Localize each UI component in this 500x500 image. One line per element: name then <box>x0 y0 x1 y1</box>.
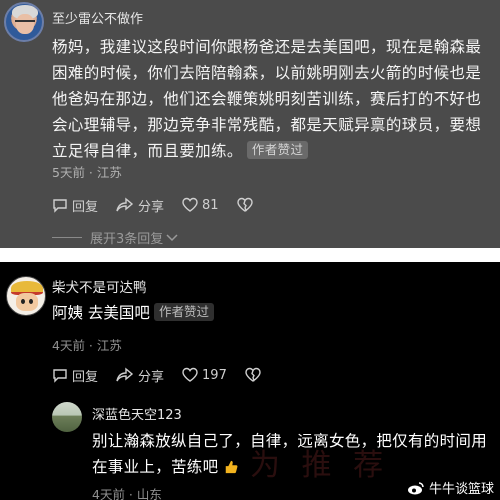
comment-actions: 回复 分享 197 <box>52 364 283 386</box>
expand-replies[interactable]: 展开3条回复 <box>52 228 178 247</box>
reply-button[interactable]: 回复 <box>52 366 98 385</box>
reply-meta: 4天前 · 山东 <box>92 487 162 500</box>
comment-text: 杨妈，我建议这段时间你跟杨爸还是去美国吧，现在是翰森最困难的时候，你们去陪陪翰森… <box>52 34 496 164</box>
author-liked-badge: 作者赞过 <box>246 141 309 159</box>
share-icon <box>116 367 134 382</box>
share-button[interactable]: 分享 <box>116 366 164 385</box>
reply-user-avatar[interactable] <box>52 402 82 432</box>
weibo-logo-icon <box>407 481 424 494</box>
comment-text: 阿姨 去美国吧 作者赞过 <box>52 300 214 326</box>
user-avatar[interactable] <box>6 276 46 316</box>
separator <box>0 248 500 262</box>
author-liked-badge: 作者赞过 <box>153 303 214 321</box>
brand-watermark: 牛牛谈篮球 <box>407 478 494 497</box>
comment-meta: 4天前 · 江苏 <box>52 338 122 353</box>
reply-icon <box>53 199 67 213</box>
like-count: 81 <box>202 197 219 213</box>
share-button[interactable]: 分享 <box>116 196 164 215</box>
share-icon <box>116 197 134 212</box>
share-label: 分享 <box>138 369 165 385</box>
brand-name: 牛牛谈篮球 <box>428 482 494 497</box>
top-comment-panel: 至少雷公不做作 杨妈，我建议这段时间你跟杨爸还是去美国吧，现在是翰森最困难的时候… <box>0 0 500 248</box>
share-label: 分享 <box>138 199 165 215</box>
comment-body: 阿姨 去美国吧 <box>52 304 150 322</box>
user-avatar[interactable] <box>4 2 44 42</box>
heart-icon <box>182 197 198 212</box>
chevron-down-icon <box>166 233 178 241</box>
reply-icon <box>53 369 67 383</box>
comment-username[interactable]: 柴犬不是可达鸭 <box>52 276 147 296</box>
like-button[interactable]: 81 <box>182 197 219 213</box>
divider <box>52 237 82 238</box>
reply-label: 回复 <box>72 199 99 215</box>
dislike-button[interactable] <box>236 197 257 213</box>
expand-replies-label: 展开3条回复 <box>90 232 164 247</box>
thumbs-up-icon <box>225 460 238 474</box>
dislike-button[interactable] <box>245 367 265 383</box>
heart-icon <box>182 367 198 382</box>
broken-heart-icon <box>236 197 253 212</box>
comment-username[interactable]: 至少雷公不做作 <box>52 8 143 27</box>
faint-watermark: 为 推 荐 <box>250 448 390 483</box>
reply-label: 回复 <box>72 369 99 385</box>
reply-username[interactable]: 深蓝色天空123 <box>92 404 182 423</box>
like-button[interactable]: 197 <box>182 367 227 383</box>
comment-meta: 5天前 · 江苏 <box>52 165 122 180</box>
comment-actions: 回复 分享 81 <box>52 194 275 216</box>
like-count: 197 <box>202 367 227 383</box>
reply-button[interactable]: 回复 <box>52 196 98 215</box>
broken-heart-icon <box>245 367 261 382</box>
